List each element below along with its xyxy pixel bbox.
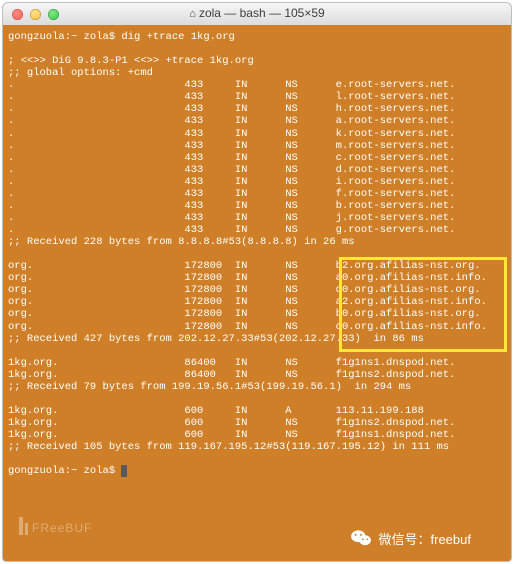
terminal-window: ⌂zola — bash — 105×59 gongzuola:~ zola$ …: [2, 2, 512, 562]
zoom-icon[interactable]: [48, 9, 59, 20]
cursor: [121, 465, 127, 477]
titlebar: ⌂zola — bash — 105×59: [3, 3, 511, 25]
minimize-icon[interactable]: [30, 9, 41, 20]
close-icon[interactable]: [12, 9, 23, 20]
prompt-line: gongzuola:~ zola$: [8, 465, 121, 477]
window-title: ⌂zola — bash — 105×59: [3, 7, 511, 21]
window-title-text: zola — bash — 105×59: [199, 6, 325, 20]
window-controls: [12, 9, 59, 20]
home-icon: ⌂: [189, 8, 196, 20]
terminal-body[interactable]: gongzuola:~ zola$ dig +trace 1kg.org ; <…: [3, 25, 511, 561]
